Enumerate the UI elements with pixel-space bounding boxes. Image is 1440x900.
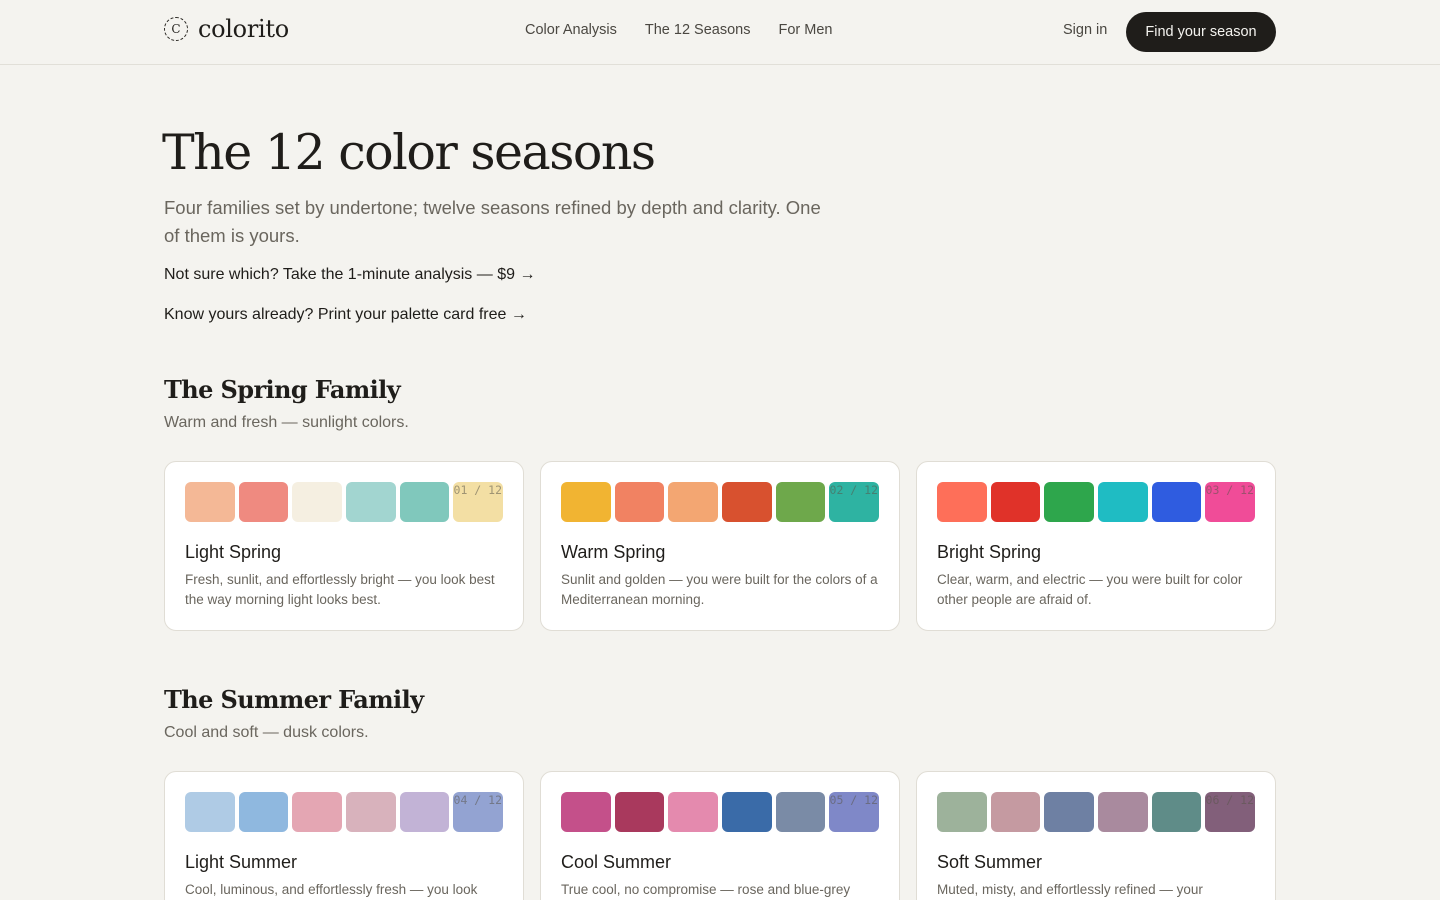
page-title: The 12 color seasons bbox=[162, 124, 656, 181]
family-title-summer: The Summer Family bbox=[164, 685, 424, 714]
color-swatch bbox=[561, 792, 611, 832]
main-nav: Color Analysis The 12 Seasons For Men bbox=[525, 22, 832, 38]
season-card-light-spring[interactable]: 01 / 12 Light Spring Fresh, sunlit, and … bbox=[164, 461, 524, 631]
season-description: Muted, misty, and effortlessly refined —… bbox=[937, 882, 1203, 897]
nav-for-men[interactable]: For Men bbox=[778, 22, 832, 38]
season-description: Fresh, sunlit, and effortlessly bright —… bbox=[185, 572, 495, 607]
season-counter: 02 / 12 bbox=[829, 483, 878, 497]
family-subtitle-spring: Warm and fresh — sunlight colors. bbox=[164, 414, 409, 431]
color-swatch bbox=[1044, 482, 1095, 522]
season-card-bright-spring[interactable]: 03 / 12 Bright Spring Clear, warm, and e… bbox=[916, 461, 1276, 631]
season-counter: 01 / 12 bbox=[453, 483, 502, 497]
find-your-season-button[interactable]: Find your season bbox=[1126, 12, 1276, 52]
sign-in-link[interactable]: Sign in bbox=[1063, 22, 1107, 38]
color-swatch bbox=[722, 482, 772, 522]
season-counter: 04 / 12 bbox=[453, 793, 502, 807]
color-swatch bbox=[1151, 792, 1202, 832]
season-name: Bright Spring bbox=[937, 542, 1042, 562]
color-swatch bbox=[668, 482, 719, 522]
family-title-spring: The Spring Family bbox=[164, 375, 401, 404]
top-navigation-bar: C colorito Color Analysis The 12 Seasons… bbox=[0, 0, 1440, 65]
season-card-cool-summer[interactable]: 05 / 12 Cool Summer True cool, no compro… bbox=[540, 771, 900, 900]
nav-12-seasons[interactable]: The 12 Seasons bbox=[645, 22, 751, 38]
season-name: Warm Spring bbox=[561, 542, 666, 562]
season-description: Sunlit and golden — you were built for t… bbox=[561, 572, 878, 607]
color-swatch bbox=[937, 792, 987, 832]
color-swatch bbox=[1151, 482, 1202, 522]
season-name: Cool Summer bbox=[561, 852, 672, 872]
color-swatch bbox=[238, 482, 289, 522]
color-swatch bbox=[775, 792, 826, 832]
season-name: Light Summer bbox=[185, 852, 298, 872]
page-subtitle: Four families set by undertone; twelve s… bbox=[164, 197, 821, 246]
season-counter: 05 / 12 bbox=[829, 793, 878, 807]
season-card-soft-summer[interactable]: 06 / 12 Soft Summer Muted, misty, and ef… bbox=[916, 771, 1276, 900]
color-swatch bbox=[722, 792, 772, 832]
season-card-warm-spring[interactable]: 02 / 12 Warm Spring Sunlit and golden — … bbox=[540, 461, 900, 631]
color-swatch bbox=[614, 792, 665, 832]
color-swatch bbox=[346, 482, 396, 522]
season-counter: 03 / 12 bbox=[1205, 483, 1254, 497]
color-swatch bbox=[561, 482, 611, 522]
color-swatch bbox=[990, 482, 1041, 522]
logo[interactable]: C colorito bbox=[164, 14, 289, 44]
color-swatch bbox=[185, 482, 235, 522]
color-swatch bbox=[937, 482, 987, 522]
color-swatch bbox=[346, 792, 396, 832]
season-description: Clear, warm, and electric — you were bui… bbox=[937, 572, 1243, 607]
color-swatch bbox=[399, 482, 450, 522]
season-name: Light Spring bbox=[185, 542, 282, 562]
family-subtitle-summer: Cool and soft — dusk colors. bbox=[164, 724, 369, 741]
color-swatch bbox=[990, 792, 1041, 832]
color-swatch bbox=[1098, 482, 1148, 522]
analysis-link[interactable]: Not sure which? Take the 1-minute analys… bbox=[164, 266, 535, 284]
color-swatch bbox=[1098, 792, 1148, 832]
color-swatch bbox=[668, 792, 719, 832]
palette-card-link[interactable]: Know yours already? Print your palette c… bbox=[164, 306, 527, 324]
season-description: Cool, luminous, and effortlessly fresh —… bbox=[185, 882, 478, 897]
color-swatch bbox=[399, 792, 450, 832]
season-name: Soft Summer bbox=[937, 852, 1043, 872]
season-description: True cool, no compromise — rose and blue… bbox=[561, 882, 851, 897]
color-swatch bbox=[292, 482, 343, 522]
logo-icon: C bbox=[164, 17, 188, 41]
season-card-light-summer[interactable]: 04 / 12 Light Summer Cool, luminous, and… bbox=[164, 771, 524, 900]
logo-text: colorito bbox=[198, 15, 289, 43]
season-counter: 06 / 12 bbox=[1205, 793, 1254, 807]
nav-color-analysis[interactable]: Color Analysis bbox=[525, 22, 617, 38]
color-swatch bbox=[775, 482, 826, 522]
color-swatch bbox=[614, 482, 665, 522]
color-swatch bbox=[238, 792, 289, 832]
color-swatch bbox=[185, 792, 235, 832]
color-swatch bbox=[1044, 792, 1095, 832]
color-swatch bbox=[292, 792, 343, 832]
